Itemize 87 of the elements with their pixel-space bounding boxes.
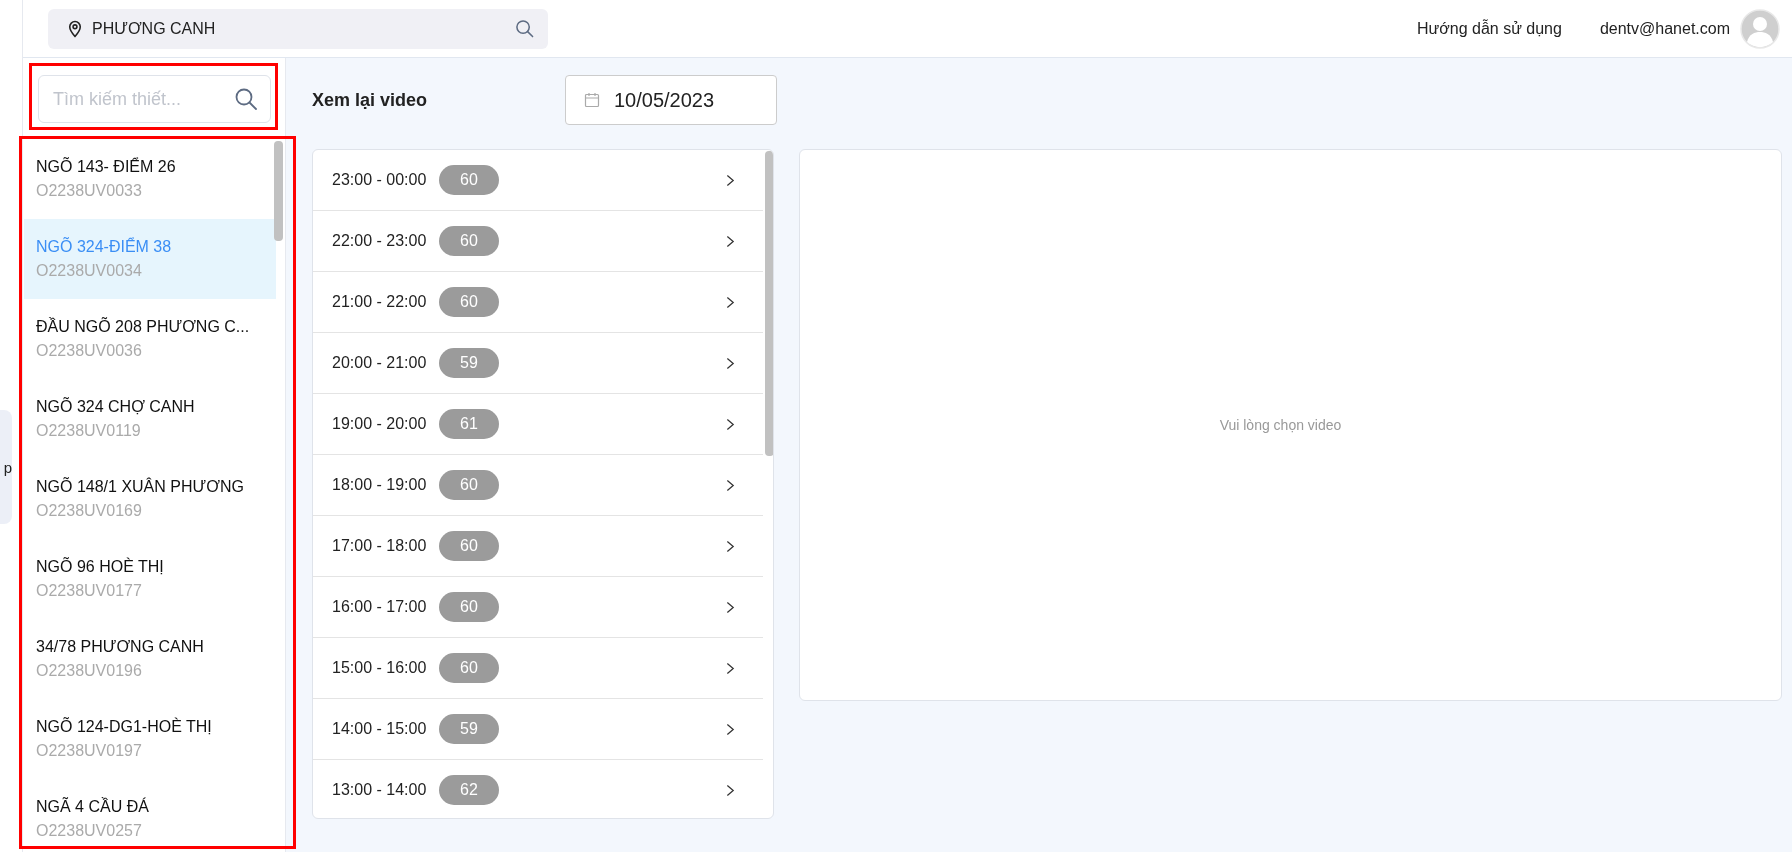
- device-item[interactable]: NGÕ 143- ĐIỂM 26 O2238UV0033: [24, 139, 276, 219]
- hour-range: 19:00 - 20:00: [332, 415, 428, 433]
- chevron-right-icon: [726, 539, 735, 553]
- date-input[interactable]: 10/05/2023: [612, 87, 766, 113]
- hour-range: 23:00 - 00:00: [332, 171, 428, 189]
- device-code: O2238UV0196: [36, 662, 143, 680]
- hour-range: 13:00 - 14:00: [332, 781, 428, 799]
- hour-row[interactable]: 19:00 - 20:00 61: [313, 394, 763, 455]
- hour-range: 18:00 - 19:00: [332, 476, 428, 494]
- device-name: NGÕ 124-DG1-HOÈ THỊ: [36, 718, 213, 736]
- device-name: NGÕ 96 HOÈ THỊ: [36, 558, 165, 576]
- calendar-icon: [584, 92, 600, 108]
- chevron-right-icon: [726, 478, 735, 492]
- hour-range: 16:00 - 17:00: [332, 598, 428, 616]
- empty-message: Vui lòng chọn video: [1219, 417, 1342, 433]
- search-icon[interactable]: [515, 19, 534, 38]
- chevron-right-icon: [726, 661, 735, 675]
- device-code: O2238UV0257: [36, 822, 143, 840]
- device-search-field[interactable]: Tìm kiếm thiết...: [38, 75, 271, 123]
- help-link[interactable]: Hướng dẫn sử dụng: [1417, 19, 1562, 38]
- video-count-badge: 60: [439, 226, 499, 256]
- device-item[interactable]: NGÃ 4 CẦU ĐÁ O2238UV0257: [24, 779, 276, 846]
- device-code: O2238UV0169: [36, 502, 143, 520]
- hour-row[interactable]: 13:00 - 14:00 62: [313, 760, 763, 818]
- hour-range: 22:00 - 23:00: [332, 232, 428, 250]
- device-code: O2238UV0036: [36, 342, 143, 360]
- device-name: 34/78 PHƯƠNG CANH: [36, 638, 205, 656]
- hour-row[interactable]: 17:00 - 18:00 60: [313, 516, 763, 577]
- device-code: O2238UV0177: [36, 582, 143, 600]
- chevron-right-icon: [726, 356, 735, 370]
- hour-row[interactable]: 14:00 - 15:00 59: [313, 699, 763, 760]
- device-name: NGÕ 324 CHỢ CANH: [36, 398, 196, 416]
- video-count-badge: 60: [439, 592, 499, 622]
- hour-row[interactable]: 18:00 - 19:00 60: [313, 455, 763, 516]
- device-item[interactable]: NGÕ 324 CHỢ CANH O2238UV0119: [24, 379, 276, 459]
- device-code: O2238UV0119: [36, 422, 142, 440]
- hour-range: 17:00 - 18:00: [332, 537, 428, 555]
- hour-row[interactable]: 20:00 - 21:00 59: [313, 333, 763, 394]
- device-item[interactable]: NGÕ 96 HOÈ THỊ O2238UV0177: [24, 539, 276, 619]
- device-item[interactable]: NGÕ 124-DG1-HOÈ THỊ O2238UV0197: [24, 699, 276, 779]
- hour-row[interactable]: 21:00 - 22:00 60: [313, 272, 763, 333]
- device-name: NGÕ 324-ĐIỂM 38: [36, 238, 173, 256]
- page-title: Xem lại video: [312, 89, 429, 111]
- search-icon[interactable]: [234, 87, 258, 111]
- video-count-badge: 59: [439, 348, 499, 378]
- video-count-badge: 60: [439, 653, 499, 683]
- device-code: O2238UV0033: [36, 182, 143, 200]
- device-item[interactable]: ĐẦU NGÕ 208 PHƯƠNG C... O2238UV0036: [24, 299, 276, 379]
- chevron-right-icon: [726, 783, 735, 797]
- hour-range: 14:00 - 15:00: [332, 720, 428, 738]
- location-search-field[interactable]: PHƯƠNG CANH: [48, 8, 548, 49]
- chevron-right-icon: [726, 600, 735, 614]
- text-input[interactable]: PHƯƠNG CANH: [90, 18, 507, 39]
- device-code: O2238UV0034: [36, 262, 143, 280]
- avatar-icon[interactable]: [1740, 8, 1780, 49]
- user-email: dentv@hanet.com: [1599, 19, 1730, 38]
- chevron-right-icon: [726, 295, 735, 309]
- hour-range: 15:00 - 16:00: [332, 659, 428, 677]
- video-count-badge: 61: [439, 409, 499, 439]
- chevron-right-icon: [726, 722, 735, 736]
- hour-row[interactable]: 22:00 - 23:00 60: [313, 211, 763, 272]
- chevron-right-icon: [726, 234, 735, 248]
- video-count-badge: 60: [439, 165, 499, 195]
- video-count-badge: 59: [439, 714, 499, 744]
- hour-row[interactable]: 15:00 - 16:00 60: [313, 638, 763, 699]
- device-item[interactable]: 34/78 PHƯƠNG CANH O2238UV0196: [24, 619, 276, 699]
- scrollbar-thumb[interactable]: [274, 141, 283, 241]
- location-pin-icon: [68, 19, 82, 38]
- video-count-badge: 60: [439, 287, 499, 317]
- device-name: NGÕ 148/1 XUÂN PHƯƠNG: [36, 478, 245, 496]
- scrollbar-thumb[interactable]: [765, 151, 773, 456]
- hour-row[interactable]: 23:00 - 00:00 60: [313, 150, 763, 211]
- video-count-badge: 62: [439, 775, 499, 805]
- hour-row[interactable]: 16:00 - 17:00 60: [313, 577, 763, 638]
- side-tab[interactable]: p: [0, 410, 12, 524]
- device-name: NGÕ 143- ĐIỂM 26: [36, 158, 177, 176]
- hour-range: 21:00 - 22:00: [332, 293, 428, 311]
- video-count-badge: 60: [439, 470, 499, 500]
- device-code: O2238UV0197: [36, 742, 143, 760]
- device-name: NGÃ 4 CẦU ĐÁ: [36, 798, 150, 816]
- date-field[interactable]: 10/05/2023: [565, 75, 777, 125]
- video-count-badge: 60: [439, 531, 499, 561]
- chevron-right-icon: [726, 173, 735, 187]
- hour-range: 20:00 - 21:00: [332, 354, 428, 372]
- device-name: ĐẦU NGÕ 208 PHƯƠNG C...: [36, 318, 251, 336]
- chevron-right-icon: [726, 417, 735, 431]
- device-item[interactable]: NGÕ 148/1 XUÂN PHƯƠNG O2238UV0169: [24, 459, 276, 539]
